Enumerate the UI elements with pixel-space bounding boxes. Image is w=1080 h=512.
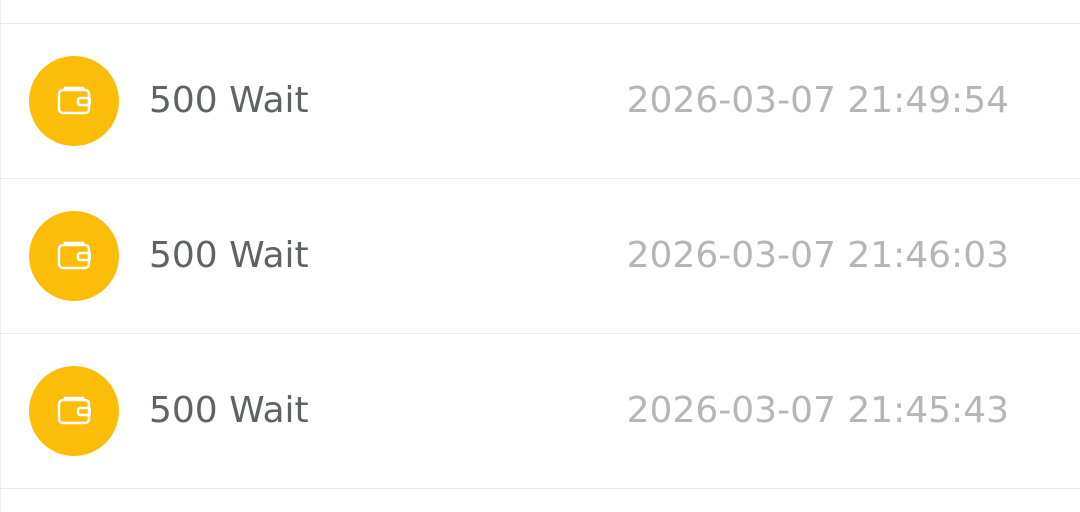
item-timestamp: 2026-03-07 21:45:43 bbox=[626, 390, 1009, 431]
item-timestamp: 2026-03-07 21:46:03 bbox=[626, 235, 1009, 276]
item-title: 500 Wait bbox=[149, 390, 309, 431]
wallet-icon bbox=[29, 366, 119, 456]
list-divider bbox=[1, 488, 1080, 489]
item-title: 500 Wait bbox=[149, 80, 309, 121]
item-timestamp: 2026-03-07 21:49:54 bbox=[626, 80, 1009, 121]
list-item[interactable]: 500 Wait 2026-03-07 21:46:03 bbox=[1, 179, 1080, 333]
list-item[interactable]: 500 Wait 2026-03-07 21:45:43 bbox=[1, 334, 1080, 488]
list-item[interactable]: 500 Wait 2026-03-07 21:49:54 bbox=[1, 24, 1080, 178]
wallet-icon bbox=[29, 211, 119, 301]
item-title: 500 Wait bbox=[149, 235, 309, 276]
wallet-icon bbox=[29, 56, 119, 146]
transaction-list: 500 Wait 2026-03-07 21:49:54 500 Wait 20… bbox=[0, 0, 1080, 512]
